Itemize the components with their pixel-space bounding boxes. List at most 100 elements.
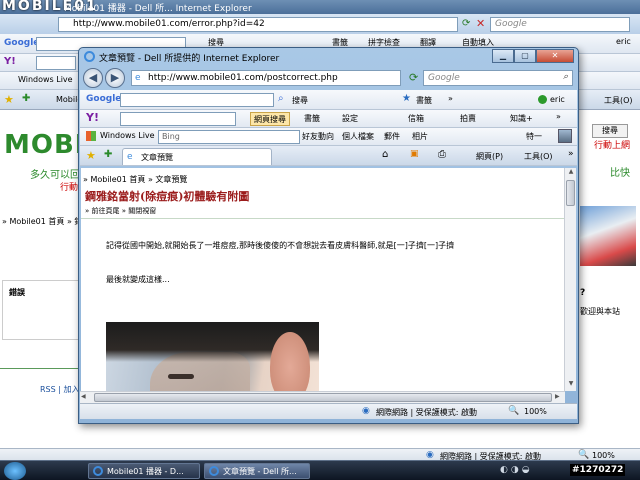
fg-windows-live-toolbar: Windows Live Bing 好友動向 個人檔案 郵件 相片 特一 <box>80 128 577 146</box>
photo-eye <box>168 374 194 379</box>
bg-favorites-star-icon[interactable]: ★ <box>4 93 14 106</box>
bg-zoom-level[interactable]: 100% <box>592 451 615 460</box>
vertical-scrollbar[interactable]: ▲ ▼ <box>564 168 576 391</box>
fg-live-user[interactable]: 特一 <box>526 131 542 142</box>
bg-address-row: http://www.mobile01.com/error.php?id=42 … <box>0 14 640 34</box>
fg-windows-live-label: Windows Live <box>100 131 155 140</box>
bg-yahoo-input[interactable] <box>36 56 76 70</box>
fg-home-icon[interactable]: ⌂ <box>382 149 388 160</box>
scroll-thumb[interactable] <box>566 180 575 206</box>
bg-error-box: 錯誤 <box>2 280 78 340</box>
bg-refresh-icon[interactable]: ⟳ <box>462 18 470 29</box>
fg-header-divider <box>81 218 566 219</box>
bg-left-text: 多久可以回 <box>30 170 80 181</box>
fg-page-menu[interactable]: 網頁(P) <box>476 151 503 162</box>
fg-search-icon[interactable]: ⌕ <box>563 72 568 82</box>
foreground-browser-window: 文章預覽 - Dell 所提供的 Internet Explorer ▁ ▢ ✕… <box>78 47 579 424</box>
horizontal-scrollbar[interactable]: ◀ ▶ <box>80 391 565 403</box>
taskbar-button-label: Mobile01 播器 - D... <box>107 467 184 476</box>
fg-status-bar: ◉ 網際網路 | 受保護模式: 啟動 🔍 100% <box>80 403 577 419</box>
bg-divider <box>0 368 78 369</box>
start-button[interactable] <box>4 462 26 480</box>
tray-icons[interactable]: ◐◑◒ <box>500 465 533 475</box>
fg-google-search-icon[interactable]: ⌕ <box>278 93 284 104</box>
fg-yahoo-auction[interactable]: 拍賣 <box>460 113 476 124</box>
forward-button[interactable]: ▶ <box>105 68 125 88</box>
fg-user-label[interactable]: eric <box>550 95 565 104</box>
fg-tab-article-preview[interactable]: e 文章預覽 <box>122 148 272 165</box>
fg-live-avatar[interactable] <box>558 129 572 143</box>
bg-google-label: Google <box>4 38 40 48</box>
fg-zoom-icon[interactable]: 🔍 <box>508 406 519 416</box>
fg-breadcrumb[interactable]: » Mobile01 首頁 » 文章預覽 <box>83 174 187 185</box>
bg-welcome-text[interactable]: 歡迎與本站 <box>580 306 620 317</box>
bg-user-label[interactable]: eric <box>616 37 631 46</box>
fg-tools-menu[interactable]: 工具(O) <box>524 151 553 162</box>
bg-action-link[interactable]: 行動 <box>60 180 78 193</box>
fg-yahoo-bookmarks[interactable]: 書籤 <box>304 113 320 124</box>
bg-tools-menu[interactable]: 工具(O) <box>604 95 633 106</box>
taskbar-button-article-preview[interactable]: 文章預覽 - Dell 所... <box>204 463 310 479</box>
scroll-left-arrow[interactable]: ◀ <box>81 393 86 400</box>
fg-yahoo-mail[interactable]: 信箱 <box>408 113 424 124</box>
fg-sub-links[interactable]: » 前往頁尾 » 關閉視窗 <box>85 206 156 216</box>
bg-address-bar[interactable]: http://www.mobile01.com/error.php?id=42 <box>58 17 458 32</box>
scroll-down-arrow[interactable]: ▼ <box>566 380 576 390</box>
window-controls: ▁ ▢ ✕ <box>492 49 574 63</box>
taskbar-button-mobile01[interactable]: Mobile01 播器 - D... <box>88 463 200 479</box>
back-button[interactable]: ◀ <box>83 68 103 88</box>
bg-zoom-icon[interactable]: 🔍 <box>578 450 589 460</box>
bg-search-button[interactable]: 搜尋 <box>592 124 628 138</box>
bg-right-link[interactable]: 行動上網 <box>594 138 630 151</box>
bg-stop-icon[interactable]: ✕ <box>476 17 485 30</box>
taskbar-button-label: 文章預覽 - Dell 所... <box>223 467 297 476</box>
article-paragraph-1: 記得從國中開始,就開始長了一堆痘痘,那時後傻傻的不會想說去看皮膚科醫師,就是[一… <box>106 241 455 250</box>
fg-refresh-icon[interactable]: ⟳ <box>409 71 418 84</box>
fg-address-text: http://www.mobile01.com/postcorrect.php <box>148 73 338 83</box>
fg-feeds-icon[interactable]: ▣ <box>410 149 419 159</box>
bg-question: ? <box>580 288 586 298</box>
scroll-up-arrow[interactable]: ▲ <box>566 168 576 178</box>
article-title: 鋼雅銘當射(除痘痕)初體驗有附圖 <box>85 190 250 203</box>
fg-add-favorites-icon[interactable]: ✚ <box>104 149 112 160</box>
fg-zoom-level[interactable]: 100% <box>524 407 547 416</box>
fg-ie-icon <box>84 51 95 62</box>
bg-add-favorites-icon[interactable]: ✚ <box>22 93 30 104</box>
hscroll-thumb[interactable] <box>94 393 552 402</box>
fg-address-bar[interactable]: e http://www.mobile01.com/postcorrect.ph… <box>131 70 401 86</box>
fg-more-icon[interactable]: » <box>568 149 574 159</box>
fg-title-bar[interactable]: 文章預覽 - Dell 所提供的 Internet Explorer ▁ ▢ ✕ <box>79 48 578 66</box>
scroll-right-arrow[interactable]: ▶ <box>555 393 560 400</box>
fg-bookmark-star-icon[interactable]: ★ <box>402 93 411 104</box>
minimize-button[interactable]: ▁ <box>492 49 514 63</box>
bg-search-box[interactable]: Google <box>490 17 630 32</box>
fg-user-status-icon <box>538 95 547 104</box>
fg-print-icon[interactable]: ⎙ <box>438 149 446 160</box>
fg-search-box[interactable]: Google ⌕ <box>423 70 573 86</box>
fg-tab-icon: e <box>127 152 133 162</box>
fg-live-profile[interactable]: 個人檔案 <box>342 131 374 142</box>
article-photo <box>106 322 319 391</box>
fg-status-text: 網際網路 | 受保護模式: 啟動 <box>376 408 478 417</box>
fg-yahoo-more[interactable]: » <box>556 112 561 121</box>
bg-globe-icon: ◉ <box>426 450 434 460</box>
fg-live-mail[interactable]: 郵件 <box>384 131 400 142</box>
fg-yahoo-input[interactable] <box>120 112 236 126</box>
fg-google-more[interactable]: » <box>448 94 453 103</box>
bg-footer-links[interactable]: RSS | 加入 <box>40 384 80 395</box>
fg-google-input[interactable] <box>120 93 274 107</box>
fg-favorites-star-icon[interactable]: ★ <box>86 149 96 162</box>
fg-yahoo-settings[interactable]: 設定 <box>342 113 358 124</box>
bg-window-title: Mobile01 播器 - Dell 所... Internet Explore… <box>64 4 252 14</box>
fg-bing-input[interactable]: Bing <box>158 130 300 144</box>
fg-yahoo-search-label: 網頁搜尋 <box>254 115 286 124</box>
fg-yahoo-search-button[interactable]: 網頁搜尋 <box>250 112 290 126</box>
fg-live-friends[interactable]: 好友動向 <box>302 131 334 142</box>
close-button[interactable]: ✕ <box>536 49 574 63</box>
fg-yahoo-knowledge[interactable]: 知識+ <box>510 113 533 124</box>
fg-google-bookmarks[interactable]: 書籤 <box>416 95 432 106</box>
fg-page-content: » Mobile01 首頁 » 文章預覽 鋼雅銘當射(除痘痕)初體驗有附圖 » … <box>81 168 568 391</box>
maximize-button[interactable]: ▢ <box>514 49 536 63</box>
fg-live-photos[interactable]: 相片 <box>412 131 428 142</box>
fg-google-search[interactable]: 搜尋 <box>292 95 308 106</box>
